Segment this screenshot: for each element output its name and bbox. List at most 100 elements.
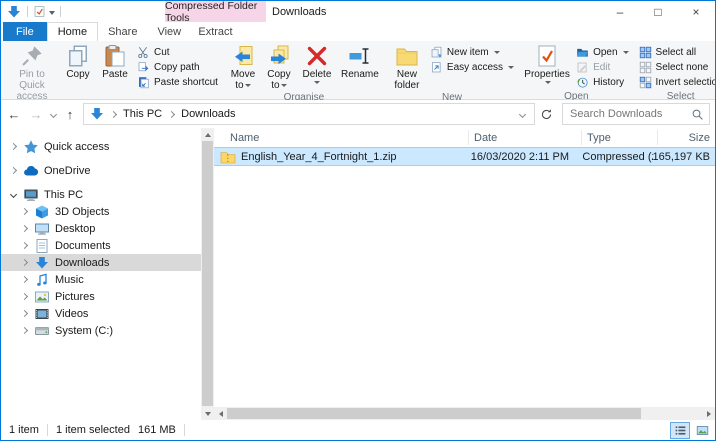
tab-extract[interactable]: Extract	[165, 22, 266, 41]
chevron-right-icon[interactable]	[20, 276, 27, 283]
3d-objects-icon	[34, 204, 50, 220]
forward-button[interactable]: →	[25, 103, 47, 125]
new-item-icon	[430, 46, 443, 59]
recent-locations-button[interactable]	[47, 103, 59, 125]
scroll-down-arrow[interactable]	[201, 407, 214, 420]
tab-share[interactable]: Share	[98, 22, 147, 41]
pin-to-quick-access-button[interactable]: Pin to Quick access	[4, 42, 60, 103]
column-headers: Name Date Type Size	[214, 128, 715, 147]
sidebar-item-label: Documents	[55, 240, 111, 252]
sidebar-scrollbar[interactable]	[201, 128, 214, 420]
sidebar-item-music[interactable]: Music	[1, 271, 201, 288]
chevron-right-icon[interactable]	[9, 143, 16, 150]
horizontal-scrollbar[interactable]	[214, 407, 715, 420]
copy-path-button[interactable]: Copy path	[134, 60, 221, 75]
copy-to-icon	[267, 44, 291, 68]
chevron-down-icon	[49, 110, 56, 117]
sidebar-item-label: This PC	[44, 189, 83, 201]
sidebar-item-documents[interactable]: Documents	[1, 237, 201, 254]
chevron-right-icon[interactable]	[20, 208, 27, 215]
chevron-down-icon	[314, 81, 320, 84]
edit-icon	[576, 61, 589, 74]
easy-access-button[interactable]: Easy access	[427, 60, 517, 75]
paste-button[interactable]: Paste	[96, 42, 134, 103]
scroll-left-arrow[interactable]	[214, 407, 227, 420]
sidebar-item-this-pc[interactable]: This PC	[1, 186, 201, 203]
chevron-right-icon[interactable]	[20, 225, 27, 232]
sidebar-item-downloads[interactable]: Downloads	[1, 254, 201, 271]
file-size: 165,197 KB	[653, 151, 716, 163]
refresh-icon	[540, 108, 553, 121]
close-button[interactable]: ×	[677, 1, 715, 22]
history-icon	[576, 76, 589, 89]
tab-file[interactable]: File	[3, 22, 47, 41]
open-button[interactable]: Open	[573, 45, 631, 60]
new-item-button[interactable]: New item	[427, 45, 517, 60]
chevron-right-icon[interactable]	[20, 310, 27, 317]
chevron-right-icon[interactable]	[9, 167, 16, 174]
breadcrumb-this-pc[interactable]: This PC	[122, 108, 163, 120]
chevron-right-icon[interactable]	[20, 327, 27, 334]
chevron-right-icon[interactable]	[20, 293, 27, 300]
chevron-down-icon[interactable]	[9, 191, 16, 198]
rename-icon	[348, 44, 372, 68]
search-button[interactable]	[691, 108, 704, 121]
scrollbar-thumb[interactable]	[202, 141, 213, 406]
ribbon-group-open: Properties Open Edit History	[520, 42, 632, 99]
compressed-folder-tools-header: Compressed Folder Tools	[165, 1, 266, 22]
sidebar-item-onedrive[interactable]: OneDrive	[1, 162, 201, 179]
sidebar-item-desktop[interactable]: Desktop	[1, 220, 201, 237]
sidebar-item-system-c[interactable]: System (C:)	[1, 322, 201, 339]
chevron-right-icon[interactable]	[20, 242, 27, 249]
address-dropdown-button[interactable]	[515, 112, 529, 117]
sidebar-item-videos[interactable]: Videos	[1, 305, 201, 322]
breadcrumb-downloads[interactable]: Downloads	[180, 108, 236, 120]
sidebar-item-3d-objects[interactable]: 3D Objects	[1, 203, 201, 220]
tab-home[interactable]: Home	[47, 22, 98, 41]
details-view-button[interactable]	[670, 422, 690, 439]
scrollbar-thumb[interactable]	[227, 408, 641, 419]
qat-properties-button[interactable]	[33, 5, 46, 18]
scroll-right-arrow[interactable]	[702, 407, 715, 420]
rename-button[interactable]: Rename	[337, 42, 383, 91]
new-folder-button[interactable]: New folder	[387, 42, 427, 91]
address-box[interactable]: This PC Downloads	[83, 103, 535, 125]
sidebar-item-pictures[interactable]: Pictures	[1, 288, 201, 305]
paste-shortcut-button[interactable]: Paste shortcut	[134, 75, 221, 90]
back-button[interactable]: ←	[3, 103, 25, 125]
paste-icon	[103, 44, 127, 68]
copy-to-button[interactable]: Copy to	[261, 42, 297, 91]
select-none-button[interactable]: Select none	[636, 60, 716, 75]
selection-count: 1 item selected	[56, 424, 130, 436]
column-header-type[interactable]: Type	[582, 130, 658, 145]
search-input[interactable]	[568, 107, 691, 121]
chevron-right-icon[interactable]	[20, 259, 27, 266]
paste-label: Paste	[102, 69, 128, 80]
music-icon	[34, 272, 50, 288]
copy-button[interactable]: Copy	[60, 42, 96, 103]
maximize-button[interactable]: □	[639, 1, 677, 22]
rename-label: Rename	[341, 69, 379, 80]
delete-button[interactable]: Delete	[297, 42, 337, 91]
large-icons-view-button[interactable]	[692, 422, 712, 439]
easy-access-icon	[430, 61, 443, 74]
scroll-up-arrow[interactable]	[201, 128, 214, 141]
cut-button[interactable]: Cut	[134, 45, 221, 60]
file-row[interactable]: English_Year_4_Fortnight_1.zip 16/03/202…	[214, 147, 715, 166]
column-header-size[interactable]: Size	[658, 130, 715, 145]
move-to-button[interactable]: Move to	[225, 42, 261, 91]
up-button[interactable]: ↑	[59, 103, 81, 125]
column-header-date[interactable]: Date	[469, 130, 582, 145]
open-small-buttons: Open Edit History	[573, 42, 631, 90]
history-button[interactable]: History	[573, 75, 631, 90]
invert-selection-button[interactable]: Invert selection	[636, 75, 716, 90]
qat-customize-button[interactable]	[49, 6, 55, 18]
edit-button[interactable]: Edit	[573, 60, 631, 75]
select-all-button[interactable]: Select all	[636, 45, 716, 60]
properties-button[interactable]: Properties	[521, 42, 573, 90]
refresh-button[interactable]	[535, 103, 557, 125]
chevron-down-icon	[623, 51, 629, 54]
column-header-name[interactable]: Name	[214, 130, 469, 145]
sidebar-item-quick-access[interactable]: Quick access	[1, 138, 201, 155]
minimize-button[interactable]: –	[601, 1, 639, 22]
